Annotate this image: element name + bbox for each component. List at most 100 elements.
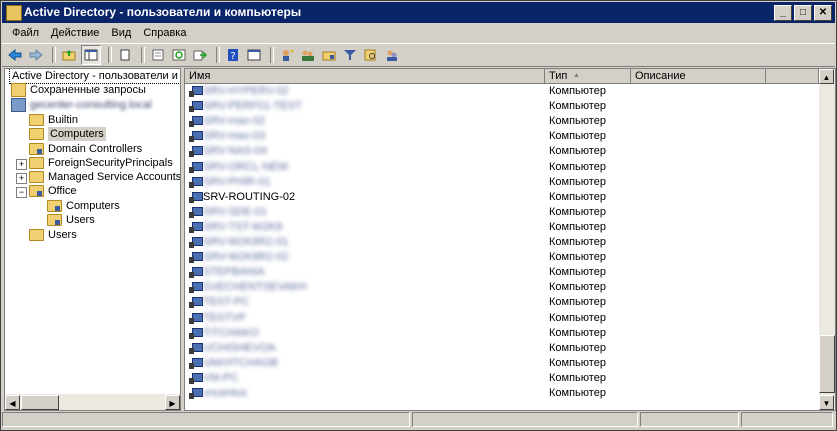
app-icon — [6, 5, 22, 21]
expand-button[interactable]: + — [16, 173, 27, 184]
title-bar: Active Directory - пользователи и компью… — [2, 2, 835, 23]
tree-root[interactable]: Active Directory - пользователи и ко — [9, 69, 180, 84]
menu-file[interactable]: Файл — [6, 24, 45, 42]
maximize-button[interactable]: □ — [794, 5, 812, 21]
ou-folder-icon — [47, 200, 62, 212]
table-row[interactable]: SRV-PERF01-TEST Компьютер — [185, 99, 819, 114]
scroll-down-button[interactable]: ▼ — [819, 395, 834, 410]
tree-horizontal-scrollbar[interactable]: ◀ ▶ — [5, 394, 180, 410]
row-name: vncentus — [203, 387, 248, 399]
status-panel — [741, 412, 833, 427]
status-panel — [2, 412, 410, 427]
tree-item-office-computers[interactable]: Computers — [47, 199, 120, 213]
scroll-thumb[interactable] — [21, 395, 59, 410]
column-type-header[interactable]: Тип ▲ — [545, 69, 631, 84]
menu-view[interactable]: Вид — [105, 24, 137, 42]
scroll-right-button[interactable]: ▶ — [165, 395, 180, 410]
toolbar-separator — [270, 47, 274, 63]
table-row[interactable]: SRV-NAS-04 Компьютер — [185, 144, 819, 159]
table-row[interactable]: VM-PC Компьютер — [185, 371, 819, 386]
table-row[interactable]: TESTVP Компьютер — [185, 311, 819, 326]
expand-button[interactable]: + — [16, 159, 27, 170]
show-tree-icon[interactable] — [81, 45, 101, 65]
tree-item-label: Computers — [66, 200, 120, 212]
copy-icon[interactable] — [116, 46, 134, 64]
move-icon[interactable] — [383, 46, 401, 64]
tree-item-saved-queries[interactable]: Сохраненные запросы — [11, 83, 146, 97]
computer-icon — [189, 86, 203, 97]
computer-icon — [189, 131, 203, 143]
table-row[interactable]: SRV-TST-W2K8 Компьютер — [185, 220, 819, 235]
scroll-left-button[interactable]: ◀ — [5, 395, 20, 410]
table-row[interactable]: STEPBANIA Компьютер — [185, 265, 819, 280]
tree-item-users[interactable]: Users — [29, 228, 77, 242]
table-row[interactable]: vncentus Компьютер — [185, 386, 819, 401]
forward-icon[interactable] — [27, 46, 45, 64]
table-row[interactable]: TEST-PC Компьютер — [185, 295, 819, 310]
row-type: Компьютер — [549, 115, 606, 128]
help-icon[interactable]: ? — [224, 46, 242, 64]
computer-icon — [189, 357, 203, 369]
list-vertical-scrollbar[interactable]: ▲ ▼ — [819, 69, 835, 410]
minimize-button[interactable]: _ — [774, 5, 792, 21]
add-ou-icon[interactable] — [320, 46, 338, 64]
filter-icon[interactable] — [341, 46, 359, 64]
row-name: SRV-ORCL-NEW — [203, 160, 289, 173]
table-row[interactable]: SRV-W2K8R2-02 Компьютер — [185, 250, 819, 265]
row-type: Компьютер — [549, 236, 606, 248]
tree-item-foreign-security-principals[interactable]: ForeignSecurityPrincipals — [29, 156, 173, 170]
row-name: SRV-max-03 — [203, 130, 266, 143]
table-row[interactable]: SRV-max-03 Компьютер — [185, 129, 819, 144]
table-row[interactable]: SRV-ORCL-NEW Компьютер — [185, 160, 819, 175]
tree-item-builtin[interactable]: Builtin — [29, 113, 78, 127]
tree-item-office-users[interactable]: Users — [47, 213, 95, 227]
properties-icon[interactable] — [149, 46, 167, 64]
row-name: STEPBANIA — [203, 266, 265, 279]
view-icon[interactable] — [245, 46, 263, 64]
sort-ascending-icon: ▲ — [573, 72, 580, 79]
domain-icon — [11, 98, 26, 112]
tree-item-managed-service-accounts[interactable]: Managed Service Accounts — [29, 170, 180, 184]
table-row[interactable]: SRV-ROUTING-02 Компьютер — [185, 190, 819, 205]
export-icon[interactable] — [191, 46, 209, 64]
row-name: SVECHENTSEVAKH — [203, 281, 307, 294]
table-row[interactable]: SRV-max-02 Компьютер — [185, 114, 819, 129]
table-row[interactable]: SRV-PHIR-01 Компьютер — [185, 175, 819, 190]
column-description-header[interactable]: Описание — [631, 69, 766, 84]
find-icon[interactable] — [362, 46, 380, 64]
column-name-header[interactable]: Имя — [185, 69, 545, 84]
table-row[interactable]: TITCHAKO Компьютер — [185, 326, 819, 341]
folder-icon — [29, 171, 44, 183]
tree-item-label: Domain Controllers — [48, 143, 143, 155]
tree-item-office[interactable]: Office — [29, 184, 77, 198]
row-type: Компьютер — [549, 251, 606, 264]
tree-item-domain[interactable]: gecenter-consulting.local — [11, 98, 152, 112]
add-user-icon[interactable] — [278, 46, 296, 64]
back-icon[interactable] — [6, 46, 24, 64]
table-row[interactable]: SRV-W2K8R2-01 Компьютер — [185, 235, 819, 250]
close-button[interactable]: ✕ — [814, 5, 832, 21]
tree-item-computers[interactable]: Computers — [29, 127, 106, 141]
row-name: TESTVP — [203, 311, 246, 324]
details-pane: Имя Тип ▲ Описание SRV-HYPERV-02 Компьюте… — [184, 68, 836, 411]
add-group-icon[interactable] — [299, 46, 317, 64]
scroll-up-button[interactable]: ▲ — [819, 69, 834, 84]
table-row[interactable]: SVECHENTSEVAKH Компьютер — [185, 280, 819, 295]
row-type: Компьютер — [549, 371, 606, 384]
scroll-thumb[interactable] — [819, 335, 835, 393]
status-panel — [640, 412, 739, 427]
table-row[interactable]: VAKHTCHAGB Компьютер — [185, 356, 819, 371]
folder-icon — [29, 157, 44, 169]
tree-item-domain-controllers[interactable]: Domain Controllers — [29, 142, 142, 156]
up-folder-icon[interactable] — [60, 46, 78, 64]
table-row[interactable]: SRV-HYPERV-02 Компьютер — [185, 84, 819, 99]
computer-icon — [189, 237, 203, 248]
computer-icon — [189, 342, 203, 354]
refresh-icon[interactable] — [170, 46, 188, 64]
collapse-button[interactable]: − — [16, 187, 27, 198]
table-row[interactable]: UCHISHEVOA Компьютер — [185, 341, 819, 356]
menu-help[interactable]: Справка — [137, 24, 192, 42]
menu-action[interactable]: Действие — [45, 24, 105, 42]
table-row[interactable]: SRV-SDE-01 Компьютер — [185, 205, 819, 220]
row-name: SRV-PHIR-01 — [203, 175, 271, 188]
